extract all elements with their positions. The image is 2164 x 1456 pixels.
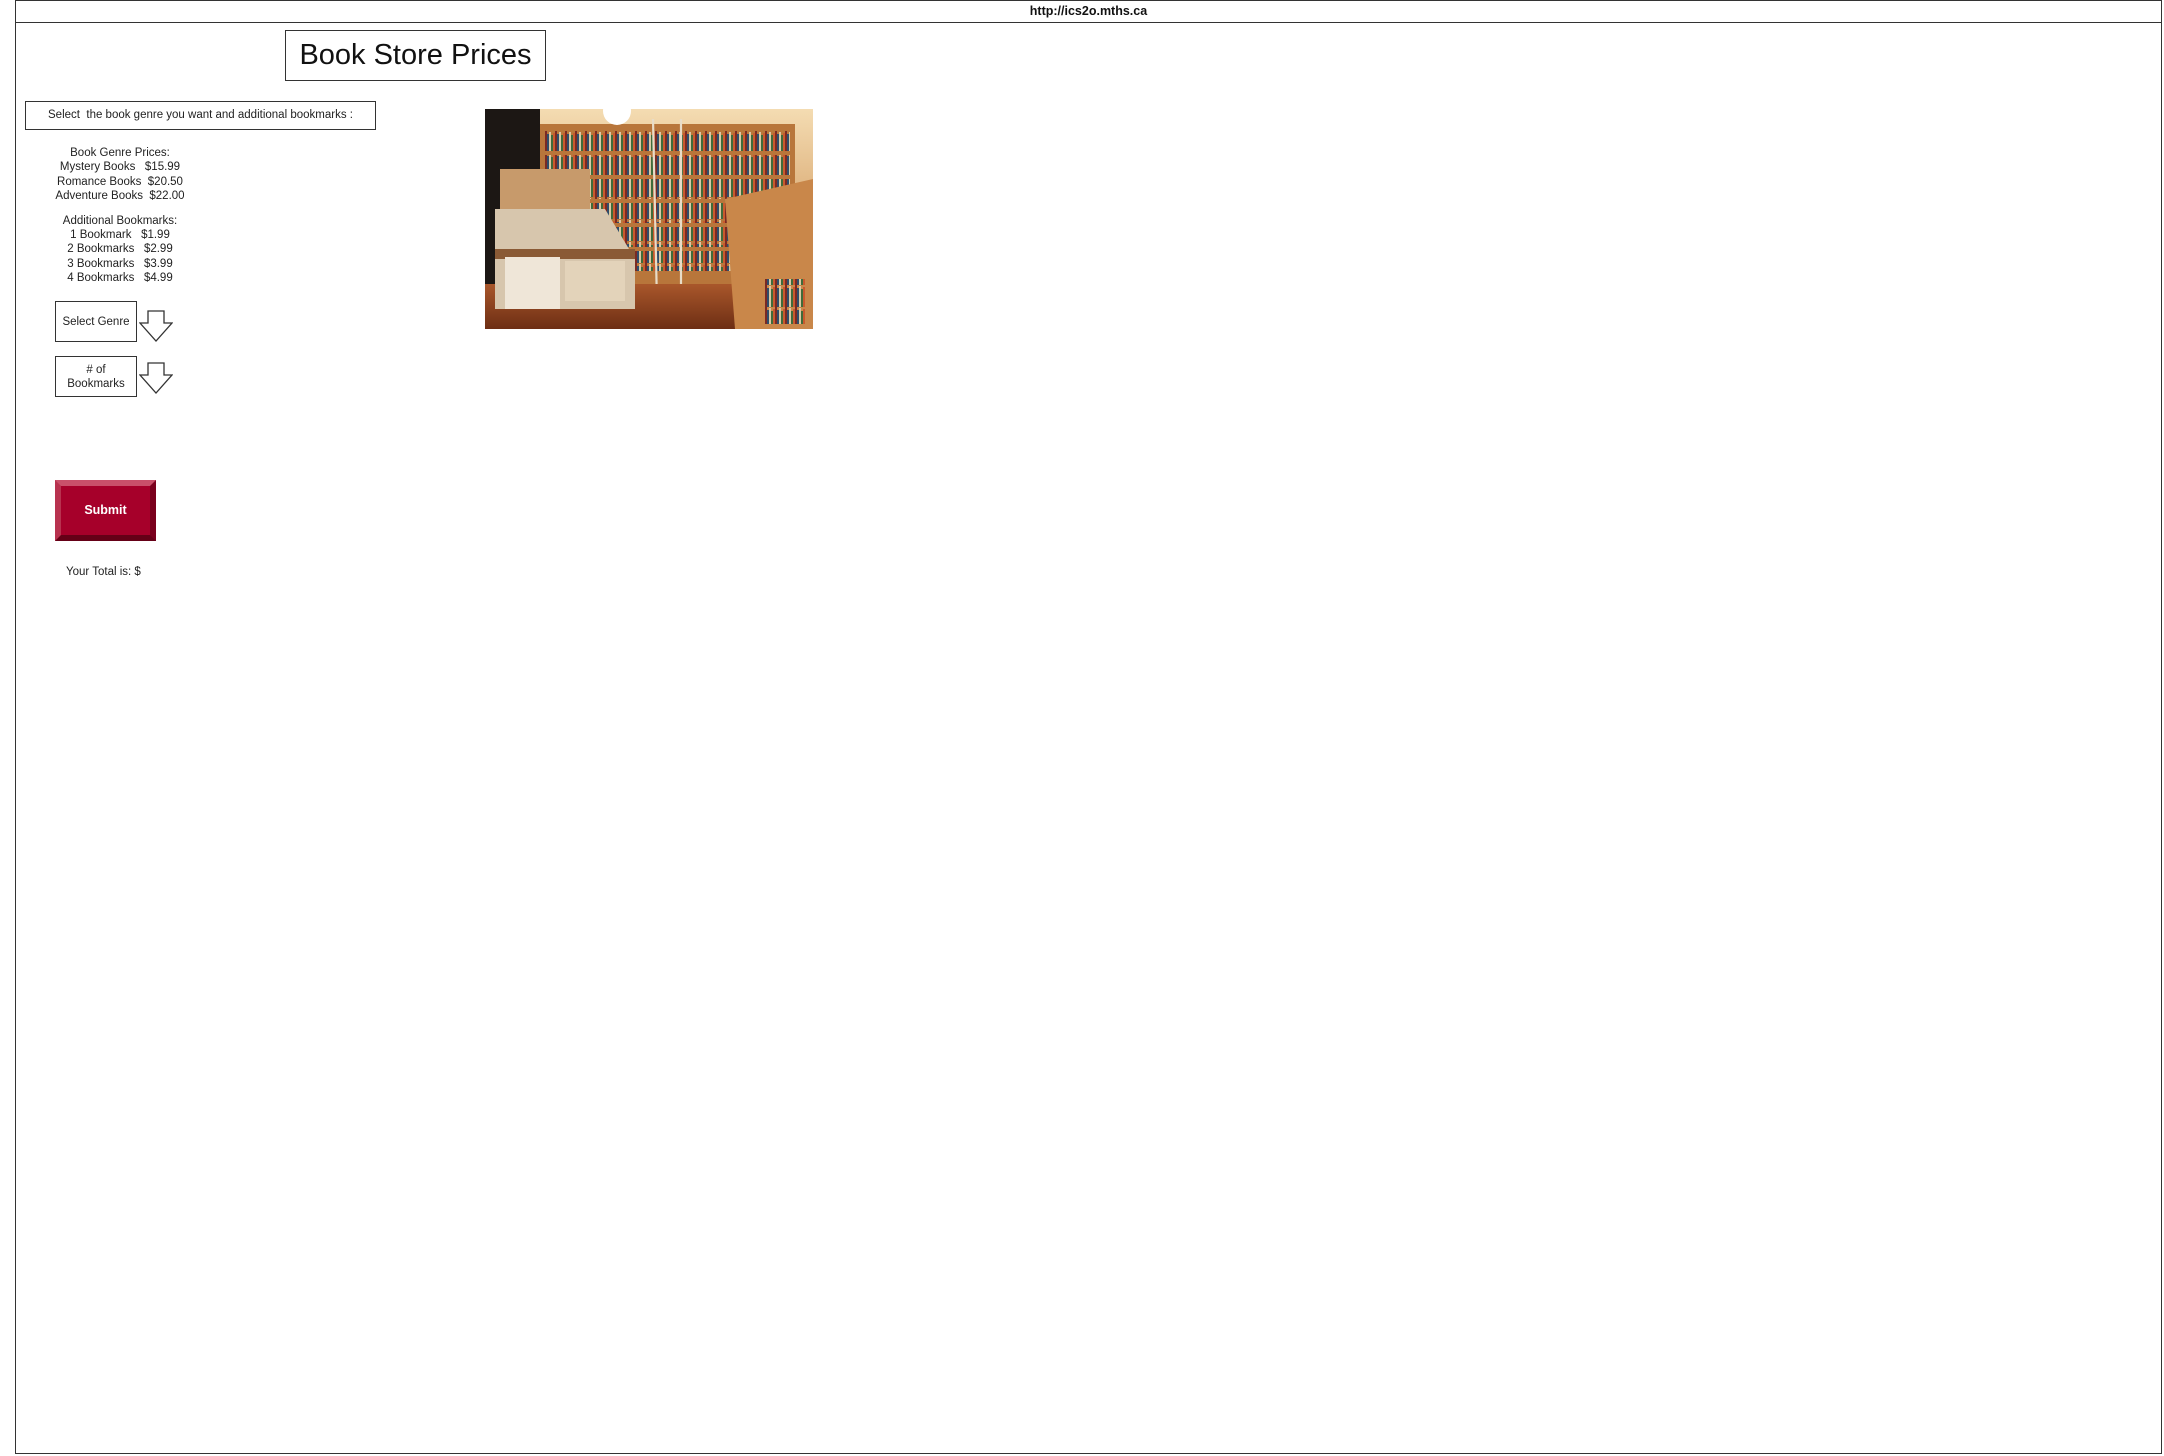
submit-button[interactable]: Submit xyxy=(55,480,156,541)
instruction-text: Select the book genre you want and addit… xyxy=(25,101,376,130)
arrow-down-icon[interactable] xyxy=(139,310,173,342)
page-title: Book Store Prices xyxy=(285,30,546,81)
bookmark-prices-heading: Additional Bookmarks: xyxy=(62,214,178,227)
genre-price-romance: Romance Books $20.50 xyxy=(57,175,183,188)
bookmark-count-select[interactable]: # of Bookmarks xyxy=(55,356,137,397)
genre-prices-heading: Book Genre Prices: xyxy=(70,147,170,159)
bookmark-select-label-line2: Bookmarks xyxy=(67,377,125,390)
genre-price-mystery: Mystery Books $15.99 xyxy=(59,161,181,174)
genre-price-adventure: Adventure Books $22.00 xyxy=(55,190,185,203)
arrow-down-icon[interactable] xyxy=(139,362,173,394)
page-frame xyxy=(15,0,2162,1454)
price-list: Book Genre Prices: Mystery Books $15.99 … xyxy=(40,146,200,286)
bookmark-price-2: 2 Bookmarks $2.99 xyxy=(67,243,173,256)
total-output: Your Total is: $ xyxy=(66,566,141,578)
url-bar: http://ics2o.mths.ca xyxy=(15,0,2162,23)
bookmark-select-label-line1: # of xyxy=(86,363,106,376)
bookmark-price-1: 1 Bookmark $1.99 xyxy=(70,229,170,242)
bookmark-price-4: 4 Bookmarks $4.99 xyxy=(67,272,173,285)
genre-select-label: Select Genre xyxy=(62,315,130,328)
bookstore-photo xyxy=(485,109,813,329)
bookmark-price-3: 3 Bookmarks $3.99 xyxy=(67,257,173,270)
genre-select[interactable]: Select Genre xyxy=(55,301,137,342)
bookmark-select-label: # of Bookmarks xyxy=(67,363,125,391)
